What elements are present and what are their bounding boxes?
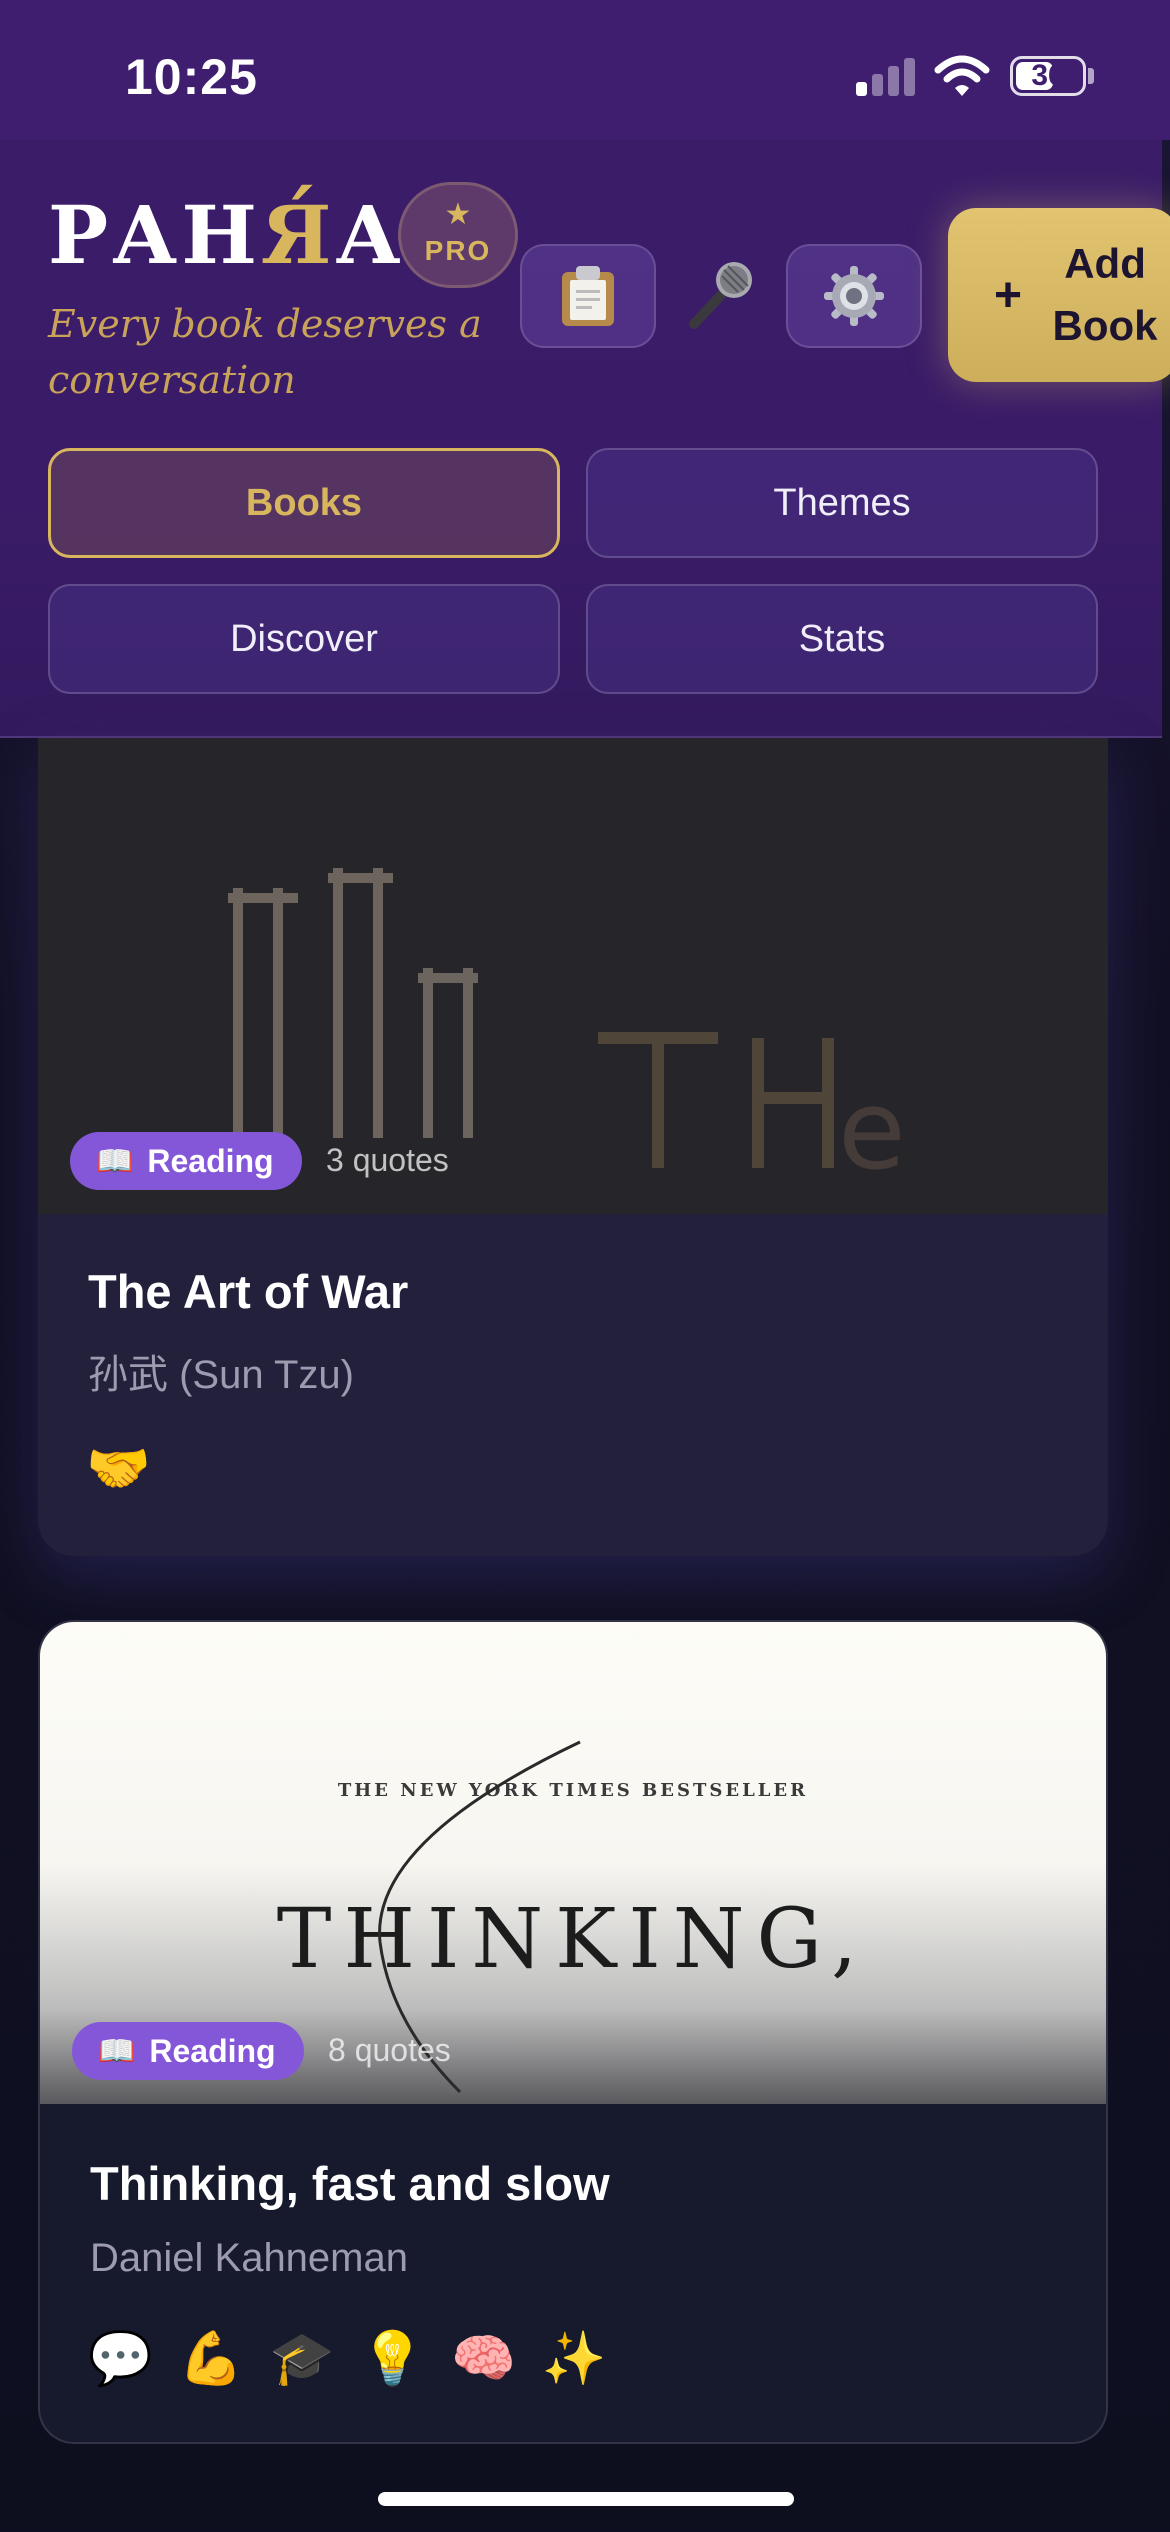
clipboard-button[interactable] (520, 244, 656, 348)
status-time: 10:25 (125, 49, 258, 105)
app-header: РАНЯ́А ★ PRO Every book deserves a conve… (0, 140, 1170, 738)
book-cover-image: THE NEW YORK TIMES BESTSELLER THINKING, … (40, 1622, 1106, 2104)
theme-emojis: 🤝 (86, 1438, 151, 1499)
pro-label: PRO (424, 235, 492, 266)
book-card[interactable]: e 📖 Reading 3 quotes The Art of War 孙武 (… (38, 738, 1108, 1556)
theme-emojis: 💬 💪 🎓 💡 🧠 ✨ (88, 2328, 607, 2389)
gear-icon (824, 266, 884, 326)
sparkles-icon: ✨ (541, 2330, 607, 2388)
tab-themes[interactable]: Themes (586, 448, 1098, 558)
book-card[interactable]: THE NEW YORK TIMES BESTSELLER THINKING, … (38, 1620, 1108, 2444)
app-logo: РАНЯ́А (48, 188, 405, 282)
book-cover-image: e 📖 Reading 3 quotes (38, 738, 1108, 1214)
handshake-icon: 🤝 (86, 1440, 151, 1498)
book-title: Thinking, fast and slow (90, 2157, 610, 2210)
status-label: Reading (147, 1142, 274, 1179)
tab-books[interactable]: Books (48, 448, 560, 558)
book-author: Daniel Kahneman (90, 2236, 408, 2280)
book-author: 孙武 (Sun Tzu) (88, 1353, 354, 1397)
microphone-button[interactable] (670, 244, 770, 348)
microphone-icon (689, 262, 752, 329)
plus-icon: + (994, 268, 1023, 322)
status-badge: 📖 Reading (72, 2022, 304, 2080)
settings-button[interactable] (786, 244, 922, 348)
tab-stats[interactable]: Stats (586, 584, 1098, 694)
quote-count: 3 quotes (326, 1142, 449, 1178)
light-bulb-icon: 💡 (360, 2330, 425, 2388)
speech-bubble-icon: 💬 (88, 2330, 153, 2388)
battery-icon: 36 (1010, 56, 1086, 96)
home-indicator[interactable] (378, 2492, 794, 2506)
tagline: Every book deserves a conversation (48, 302, 482, 402)
status-bar: 10:25 36 (0, 0, 1170, 140)
graduation-cap-icon: 🎓 (269, 2330, 335, 2388)
brain-icon: 🧠 (451, 2330, 516, 2388)
svg-text:e: e (838, 1066, 906, 1194)
status-badge: 📖 Reading (70, 1132, 302, 1190)
star-icon: ★ (444, 198, 472, 231)
book-icon: 📖 (96, 1144, 134, 1178)
book-title: The Art of War (88, 1265, 409, 1318)
tab-discover[interactable]: Discover (48, 584, 560, 694)
add-book-label: Add Book (1052, 240, 1158, 349)
add-book-button[interactable]: + Add Book (948, 208, 1170, 382)
status-label: Reading (149, 2032, 276, 2069)
quote-count: 8 quotes (328, 2032, 451, 2068)
book-icon: 📖 (98, 2034, 136, 2068)
clipboard-icon (562, 266, 614, 326)
pro-badge[interactable]: ★ PRO (398, 182, 518, 288)
wifi-icon (934, 55, 990, 96)
battery-level: 36 (1031, 59, 1065, 92)
flexed-biceps-icon: 💪 (178, 2330, 244, 2388)
cellular-signal-icon (856, 56, 916, 96)
